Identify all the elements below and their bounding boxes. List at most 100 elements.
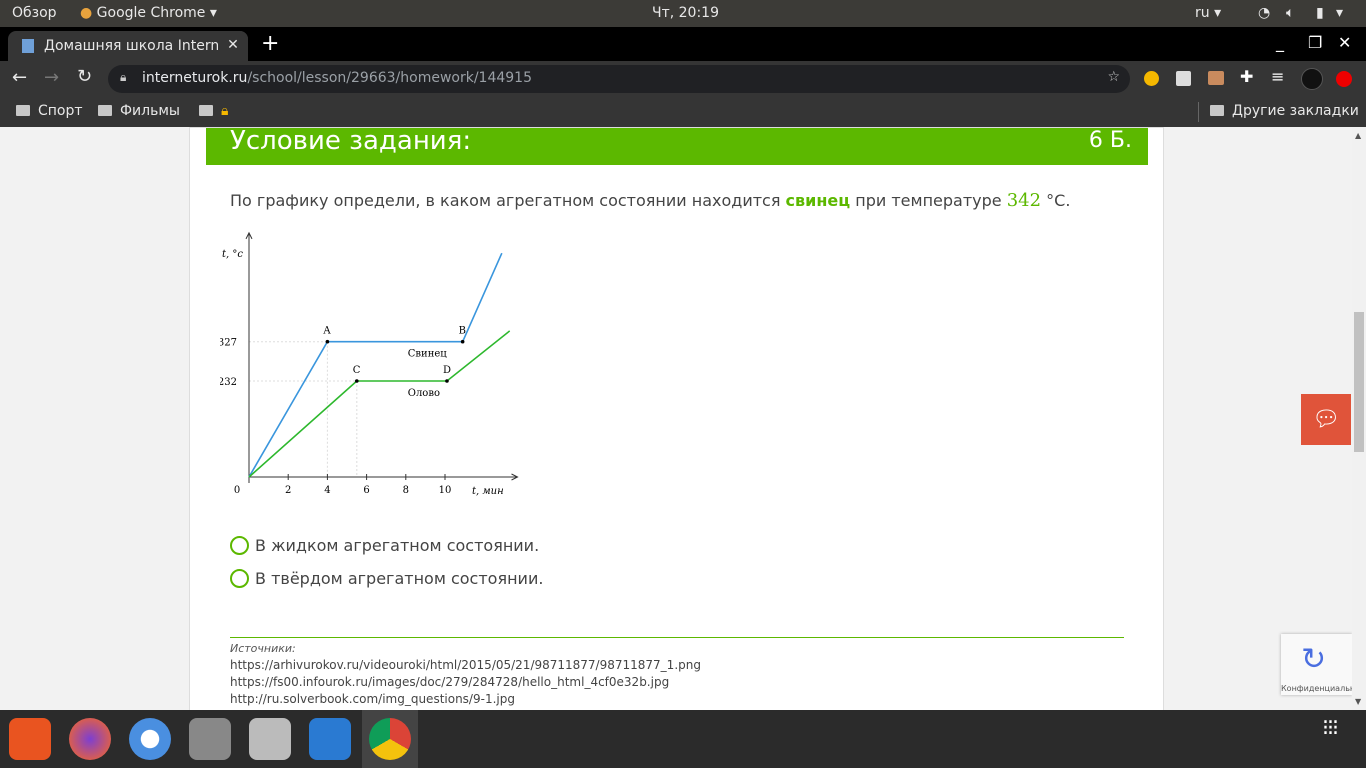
chrome-app-menu[interactable]: ● Google Chrome ▾ — [80, 5, 217, 21]
scrollbar-thumb[interactable] — [1354, 312, 1364, 452]
new-tab-icon[interactable]: + — [261, 31, 279, 56]
folder-icon — [98, 105, 112, 116]
firefox-icon[interactable] — [69, 718, 111, 760]
extension-video-icon[interactable] — [1176, 71, 1191, 86]
site-favicon-icon — [22, 39, 34, 53]
source-link: https://arhivurokov.ru/videouroki/html/2… — [230, 658, 701, 672]
series-name-label: Олово — [408, 388, 440, 399]
restore-icon[interactable]: ❐ — [1308, 33, 1322, 52]
close-window-icon[interactable]: ✕ — [1338, 33, 1351, 52]
y-axis-label: t, °c — [222, 249, 243, 260]
google-chrome-icon[interactable] — [369, 718, 411, 760]
back-icon[interactable]: ← — [12, 67, 27, 88]
volume-icon[interactable]: 🔈︎ — [1286, 5, 1294, 21]
extensions-puzzle-icon[interactable]: ✚ — [1240, 67, 1253, 86]
x-tick-label: 0 — [234, 485, 240, 496]
scroll-down-icon[interactable]: ▼ — [1355, 697, 1361, 706]
clock[interactable]: Чт, 20:19 — [652, 5, 719, 21]
tab-strip: Домашняя школа InternetUrok ✕ + _ ❐ ✕ — [0, 27, 1366, 61]
point-label: B — [459, 326, 466, 337]
bookmark-folder-films[interactable]: Фильмы — [98, 103, 180, 119]
x-tick-label: 6 — [363, 485, 369, 496]
substance: свинец — [785, 191, 851, 210]
settings-icon[interactable] — [189, 718, 231, 760]
question-text: По графику определи, в каком агрегатном … — [230, 190, 1070, 211]
radio-button[interactable] — [230, 569, 249, 588]
writer-icon[interactable] — [309, 718, 351, 760]
series-name-label: Свинец — [408, 349, 448, 360]
forward-icon[interactable]: → — [44, 67, 59, 88]
option-label: В твёрдом агрегатном состоянии. — [255, 569, 544, 588]
task-card: Условие задания: 6 Б. По графику определ… — [189, 127, 1164, 710]
recaptcha-text: Конфиденциальность - Условия — [1281, 684, 1352, 693]
files-icon[interactable] — [249, 718, 291, 760]
minimize-icon[interactable]: _ — [1276, 33, 1284, 52]
y-tick-label: 327 — [220, 338, 237, 349]
browser-toolbar: ← → ↻ 🔒︎ interneturok.ru/school/lesson/2… — [0, 61, 1366, 97]
scrollbar[interactable]: ▲ ▼ — [1352, 127, 1366, 710]
lock-icon: 🔒︎ — [120, 70, 127, 84]
chromium-icon[interactable] — [129, 718, 171, 760]
extension-camera-icon[interactable] — [1208, 71, 1224, 85]
point-marker — [325, 339, 330, 344]
recaptcha-badge[interactable]: ↻ Конфиденциальность - Условия — [1281, 634, 1352, 695]
bookmark-folder-locked[interactable]: 🔒︎ — [199, 103, 228, 119]
task-points: 6 Б. — [1088, 128, 1132, 153]
task-header: Условие задания: 6 Б. — [206, 128, 1148, 165]
language-indicator[interactable]: ru ▾ — [1195, 5, 1221, 21]
question-part: °C. — [1041, 191, 1071, 210]
option-label: В жидком агрегатном состоянии. — [255, 536, 540, 555]
x-axis-label: t, мин — [472, 486, 504, 497]
heating-chart: 0 2 4 6 8 10 232 327 t, мин t, °c A B Свинец C D Олово — [220, 231, 519, 497]
answer-option-liquid[interactable]: В жидком агрегатном состоянии. — [230, 536, 539, 555]
bookmark-star-icon[interactable]: ☆ — [1107, 69, 1120, 85]
update-icon[interactable] — [1336, 71, 1352, 87]
bookmark-folder-sport[interactable]: Спорт — [16, 103, 83, 119]
activities-button[interactable]: Обзор — [12, 5, 57, 21]
x-tick-label: 10 — [439, 485, 452, 496]
wifi-icon[interactable]: ◔ — [1258, 5, 1270, 21]
source-link: https://fs00.infourok.ru/images/doc/279/… — [230, 675, 670, 689]
x-tick-label: 2 — [285, 485, 291, 496]
folder-icon — [16, 105, 30, 116]
task-title: Условие задания: — [230, 127, 472, 156]
chat-icon: 💬︎ — [1312, 407, 1340, 432]
x-tick-label: 4 — [324, 485, 330, 496]
chat-button[interactable]: 💬︎ — [1301, 394, 1351, 445]
url-host: interneturok.ru — [142, 70, 248, 86]
answer-option-solid[interactable]: В твёрдом агрегатном состоянии. — [230, 569, 543, 588]
source-link: http://ru.solverbook.com/img_questions/9… — [230, 692, 515, 706]
extension-emoji-icon[interactable] — [1144, 71, 1159, 86]
radio-button[interactable] — [230, 536, 249, 555]
battery-icon[interactable]: ▮ — [1316, 5, 1324, 21]
series-line-1 — [248, 330, 511, 478]
other-bookmarks[interactable]: Другие закладки — [1210, 103, 1359, 119]
chrome-icon: ● — [80, 5, 93, 21]
close-tab-icon[interactable]: ✕ — [218, 31, 248, 61]
software-center-icon[interactable] — [9, 718, 51, 760]
system-top-bar: Обзор ● Google Chrome ▾ Чт, 20:19 ru ▾ ◔… — [0, 0, 1366, 27]
lock-icon: 🔒︎ — [221, 103, 229, 119]
x-tick-label: 8 — [403, 485, 409, 496]
browser-tab[interactable]: Домашняя школа InternetUrok ✕ — [8, 31, 248, 61]
folder-icon — [199, 105, 213, 116]
question-part: при температуре — [850, 191, 1007, 210]
media-queue-icon[interactable]: ≡ — [1271, 67, 1284, 86]
point-label: A — [322, 326, 331, 337]
bookmarks-bar: Спорт Фильмы 🔒︎ Другие закладки — [0, 97, 1366, 127]
profile-avatar[interactable] — [1301, 68, 1323, 90]
folder-icon — [1210, 105, 1224, 116]
point-marker — [460, 339, 465, 344]
y-tick-label: 232 — [220, 377, 237, 388]
address-bar[interactable]: 🔒︎ interneturok.ru/school/lesson/29663/h… — [108, 65, 1130, 93]
sources: Источники: https://arhivurokov.ru/videou… — [230, 637, 1124, 708]
scroll-up-icon[interactable]: ▲ — [1355, 131, 1361, 140]
show-apps-icon[interactable]: ⁝⁝⁝ — [1322, 718, 1339, 740]
system-menu-chevron-icon[interactable]: ▾ — [1336, 5, 1343, 21]
recaptcha-icon: ↻ — [1301, 642, 1327, 677]
reload-icon[interactable]: ↻ — [77, 66, 92, 87]
question-part: По графику определи, в каком агрегатном … — [230, 191, 786, 210]
page-viewport: Условие задания: 6 Б. По графику определ… — [0, 127, 1352, 710]
dock: ⁝⁝⁝ — [0, 710, 1366, 768]
point-label: C — [353, 365, 361, 376]
